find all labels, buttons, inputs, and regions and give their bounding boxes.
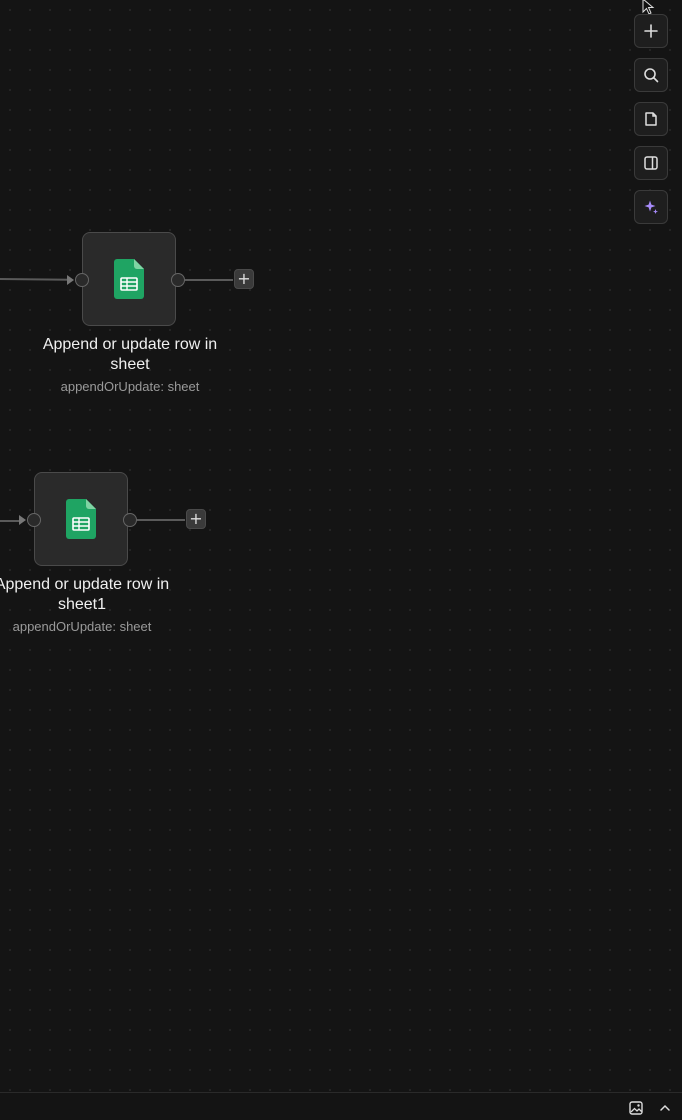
sparkle-icon	[644, 200, 658, 214]
node-title: Append or update row in	[42, 336, 218, 353]
edge-arrow-icon	[19, 515, 26, 525]
toggle-panel-button[interactable]	[634, 146, 668, 180]
panel-icon	[644, 156, 658, 170]
node-title: sheet	[110, 356, 150, 373]
connection-edge[interactable]	[0, 278, 71, 281]
google-sheets-icon	[114, 259, 144, 299]
image-icon[interactable]	[629, 1101, 643, 1115]
input-handle[interactable]	[75, 273, 89, 287]
input-handle[interactable]	[27, 513, 41, 527]
output-handle[interactable]	[123, 513, 137, 527]
search-icon	[644, 68, 659, 83]
node-subtitle: appendOrUpdate: sheet	[12, 619, 152, 634]
node-title: Append or update row in	[0, 576, 170, 593]
output-edge	[137, 519, 185, 521]
add-next-node-button[interactable]: +	[186, 509, 206, 529]
note-icon	[645, 112, 657, 126]
sticky-note-button[interactable]	[634, 102, 668, 136]
node-title: sheet1	[57, 596, 107, 613]
add-node-button[interactable]	[634, 14, 668, 48]
plus-icon	[644, 24, 658, 38]
output-handle[interactable]	[171, 273, 185, 287]
chevron-up-icon[interactable]	[658, 1101, 672, 1115]
node-append-update-sheet[interactable]	[82, 232, 176, 326]
search-button[interactable]	[634, 58, 668, 92]
canvas-toolbar	[634, 14, 670, 234]
output-edge	[185, 279, 233, 281]
node-subtitle: appendOrUpdate: sheet	[60, 379, 200, 394]
bottom-bar	[0, 1092, 682, 1120]
add-next-node-button[interactable]: +	[234, 269, 254, 289]
node-append-update-sheet1[interactable]	[34, 472, 128, 566]
edge-arrow-icon	[67, 275, 74, 285]
google-sheets-icon	[66, 499, 96, 539]
ai-assistant-button[interactable]	[634, 190, 668, 224]
